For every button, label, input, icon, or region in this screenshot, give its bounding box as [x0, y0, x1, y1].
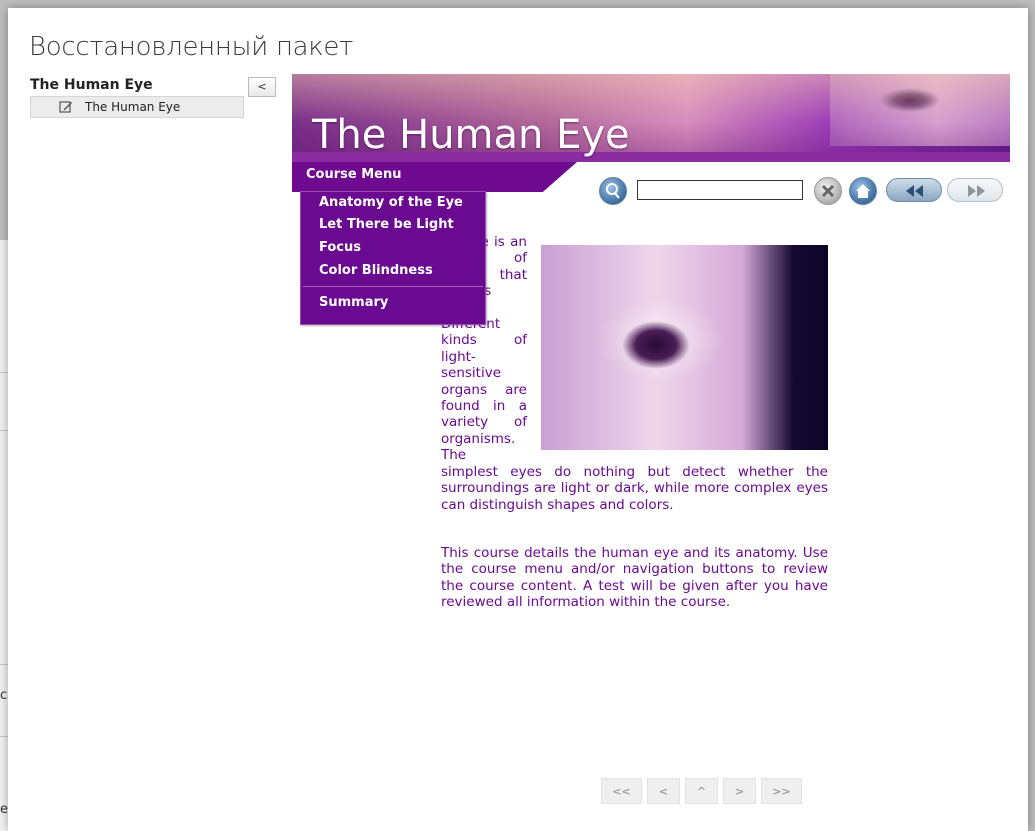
menu-item-anatomy[interactable]: Anatomy of the Eye: [319, 195, 463, 210]
first-page-button[interactable]: <<: [601, 778, 642, 804]
fast-forward-icon: [968, 185, 985, 197]
course-frame: The Human Eye Course Menu An eye is an o…: [292, 74, 1010, 774]
edit-icon: [59, 101, 72, 113]
course-banner: The Human Eye: [292, 74, 1010, 162]
toc-heading: The Human Eye: [30, 77, 153, 93]
course-menu-button[interactable]: Course Menu: [306, 167, 401, 182]
previous-page-button[interactable]: [886, 178, 942, 202]
menu-item-color-blindness[interactable]: Color Blindness: [319, 263, 433, 278]
toc-item-the-human-eye[interactable]: The Human Eye: [30, 96, 244, 118]
dialog-title: Восстановленный пакет: [29, 32, 354, 62]
menu-item-summary[interactable]: Summary: [319, 295, 388, 310]
next-page-button[interactable]: [947, 178, 1003, 202]
toc-item-label: The Human Eye: [85, 100, 181, 114]
prev-page-button[interactable]: <: [647, 778, 680, 804]
course-content: An eye is an organ of vision that detect…: [441, 234, 828, 627]
last-page-button[interactable]: >>: [761, 778, 802, 804]
search-magnifier-icon[interactable]: [599, 177, 627, 205]
eye-closeup-image: [541, 245, 828, 450]
course-title: The Human Eye: [312, 112, 630, 158]
menu-item-focus[interactable]: Focus: [319, 240, 361, 255]
menu-separator: [303, 286, 483, 287]
up-page-button[interactable]: ^: [685, 778, 718, 804]
package-dialog: Восстановленный пакет The Human Eye < Th…: [8, 8, 1028, 831]
next-page-button-small[interactable]: >: [723, 778, 756, 804]
course-description-paragraph: This course details the human eye and it…: [441, 544, 828, 611]
clear-x-icon[interactable]: [814, 177, 842, 205]
search-input[interactable]: [637, 180, 803, 200]
home-icon[interactable]: [849, 177, 877, 205]
rewind-icon: [906, 185, 923, 197]
collapse-toc-button[interactable]: <: [248, 77, 276, 97]
course-menu-dropdown: Anatomy of the Eye Let There be Light Fo…: [300, 191, 486, 325]
menu-item-light[interactable]: Let There be Light: [319, 217, 454, 232]
